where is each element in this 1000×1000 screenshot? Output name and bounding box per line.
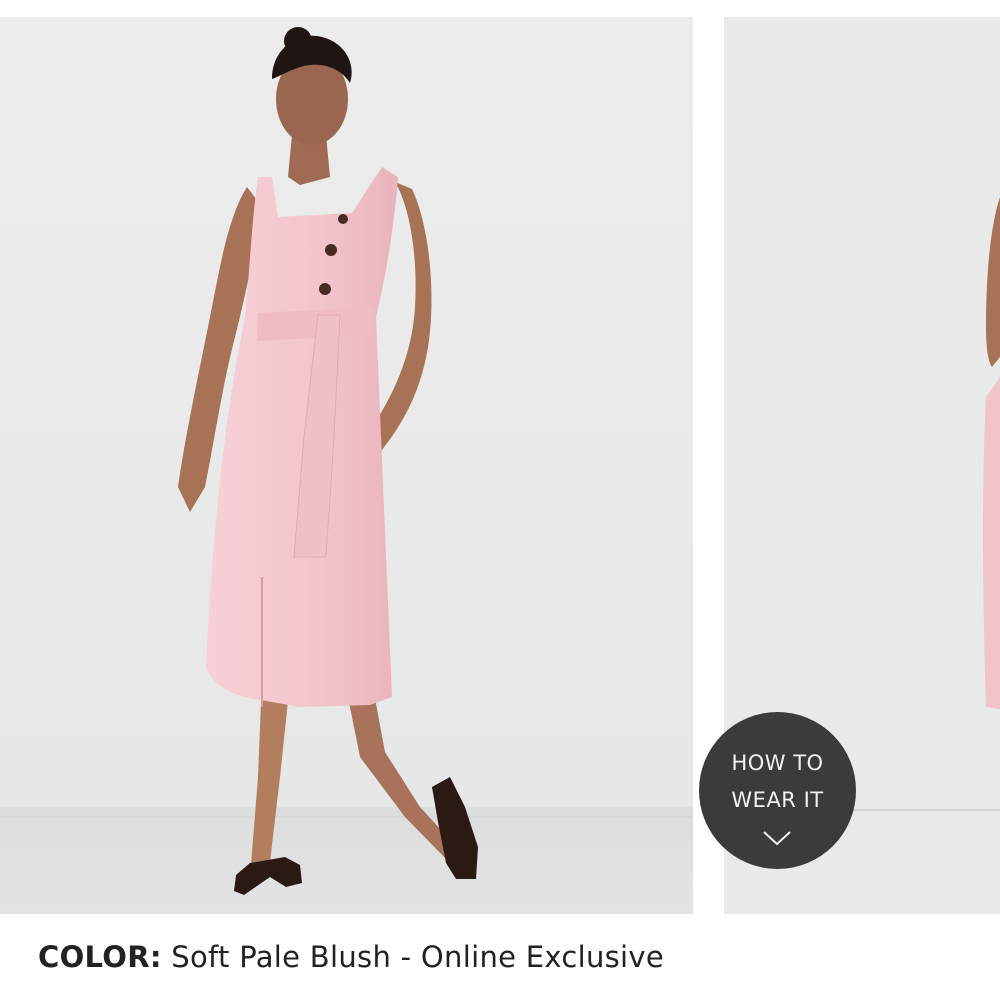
product-page: HOW TO WEAR IT COLOR: Soft Pale Blush - … (0, 0, 1000, 1000)
product-image-gallery[interactable]: HOW TO WEAR IT (0, 0, 1000, 915)
product-image-main[interactable] (0, 17, 693, 914)
color-label: COLOR: (38, 940, 162, 974)
how-to-wear-label-line2: WEAR IT (731, 788, 824, 812)
how-to-wear-label-line1: HOW TO (731, 751, 824, 775)
chevron-down-icon (763, 831, 791, 846)
product-color-selection: COLOR: Soft Pale Blush - Online Exclusiv… (38, 940, 664, 974)
model-photo-illustration (0, 17, 693, 914)
how-to-wear-it-button[interactable]: HOW TO WEAR IT (699, 712, 856, 869)
color-value: Soft Pale Blush - Online Exclusive (171, 940, 665, 974)
